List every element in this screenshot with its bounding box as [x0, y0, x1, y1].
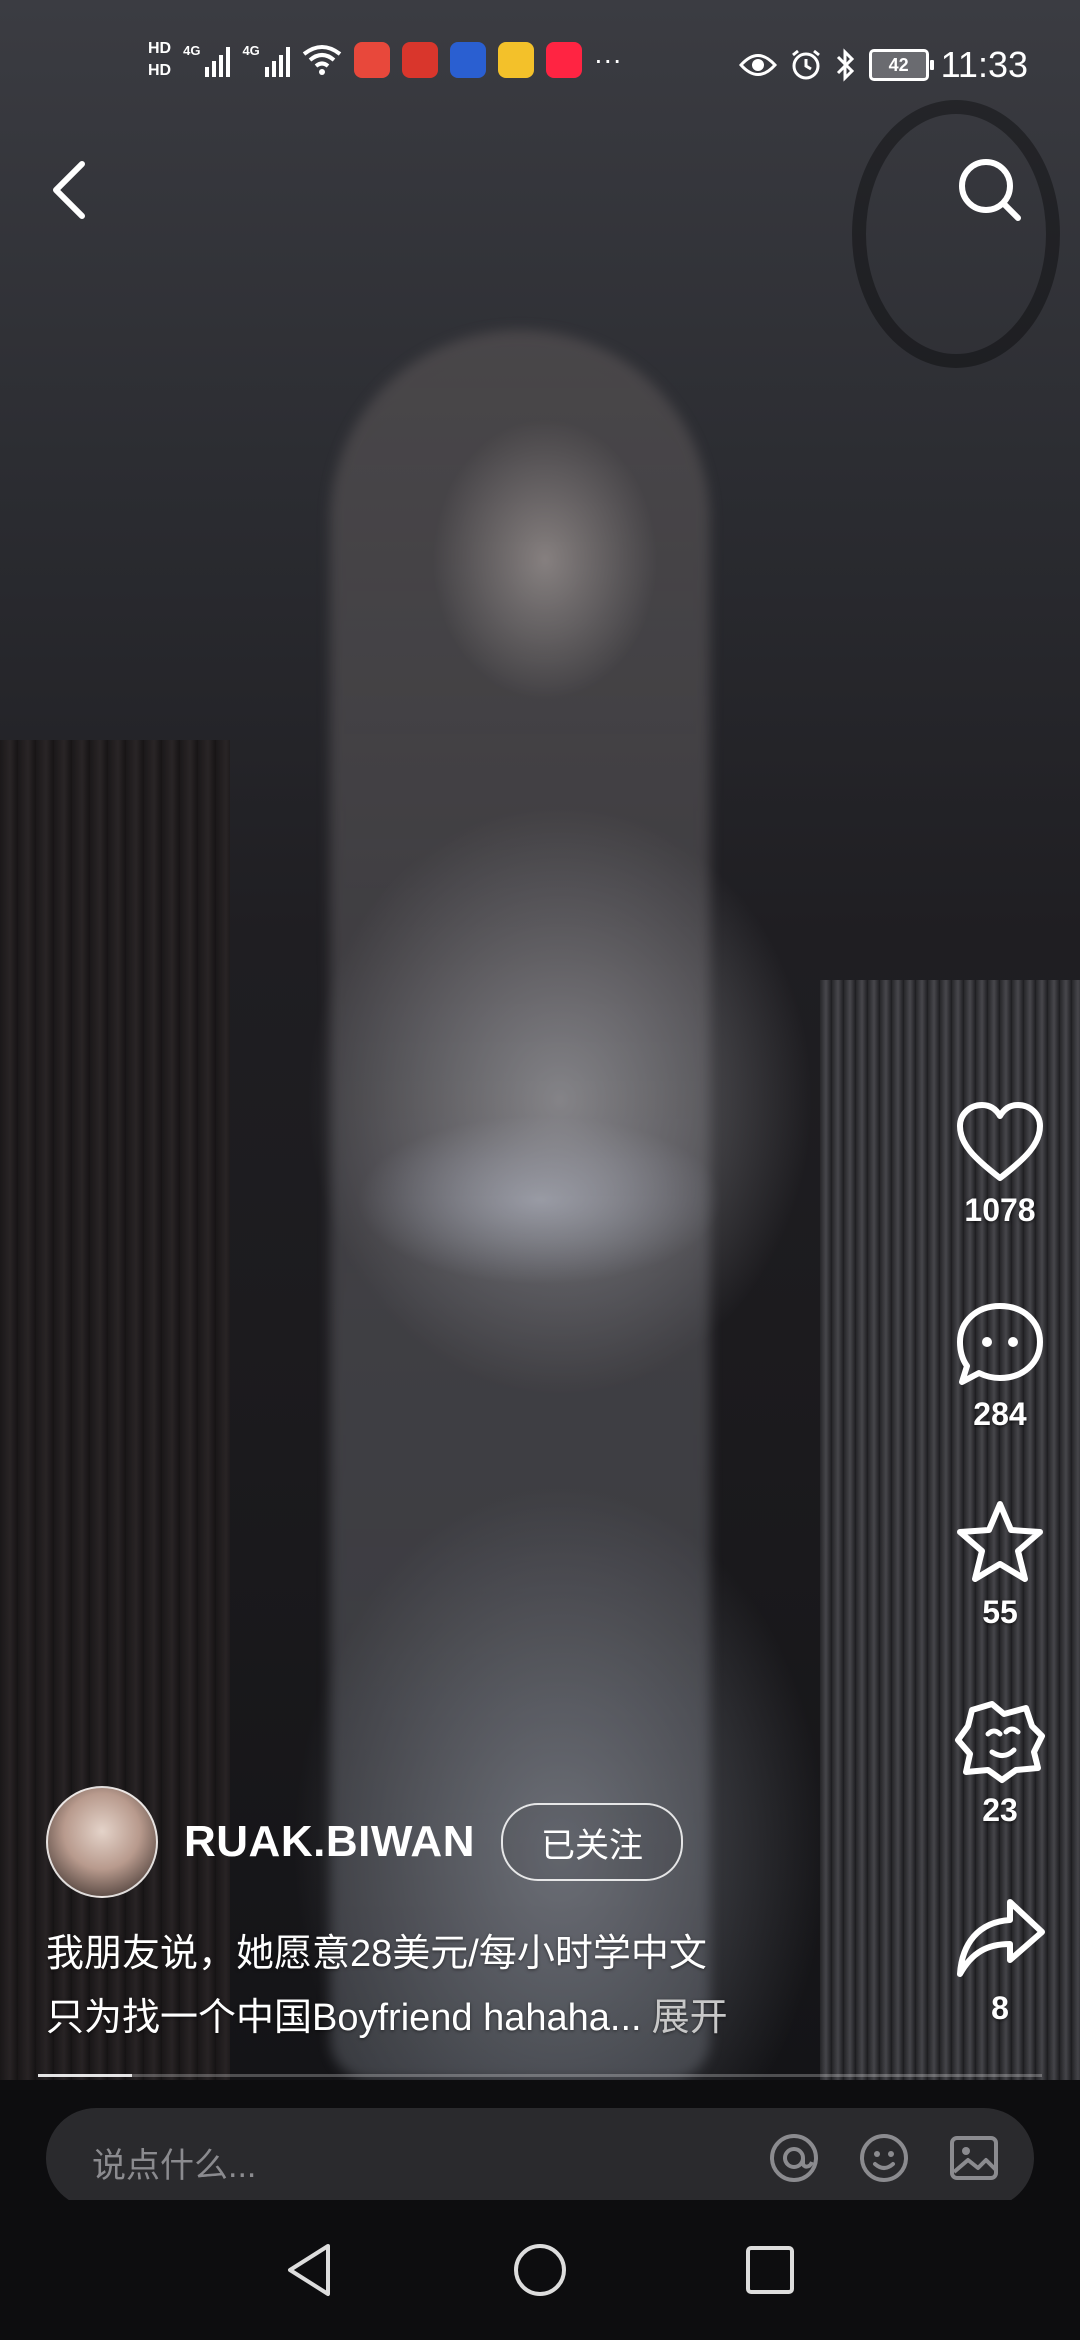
nav-recents-icon[interactable] [740, 2240, 800, 2300]
eye-icon [738, 54, 777, 76]
video-background-lamp [852, 100, 1060, 368]
author-name[interactable]: RUAK.BIWAN [184, 1817, 475, 1867]
back-arrow-icon [53, 161, 85, 219]
comment-placeholder: 说点什么... [92, 2147, 257, 2185]
like-button[interactable]: 1078 [920, 1100, 1080, 1229]
follow-button-label: 已关注 [540, 1826, 643, 1865]
sticker-button[interactable]: 23 [920, 1696, 1080, 1829]
tieba-app-icon [449, 42, 486, 78]
network-type-label: 4G [242, 43, 260, 58]
share-button[interactable]: 8 [920, 1894, 1080, 2027]
video-screen: HD HD 4G 4G ··· 42 11:33 1078 284 55 23 … [0, 0, 1080, 2340]
search-button[interactable] [950, 150, 1030, 230]
video-caption[interactable]: 我朋友说，她愿意28美元/每小时学中文 只为找一个中国Boyfriend hah… [46, 1922, 866, 2050]
caption-line-2: 只为找一个中国Boyfriend hahaha... 展开 [46, 1986, 866, 2050]
back-button[interactable] [42, 150, 102, 230]
sticker-icon [955, 1701, 1045, 1783]
network-type-label: 4G [183, 43, 201, 58]
alarm-icon [791, 49, 820, 80]
status-bar: HD HD 4G 4G ··· 42 11:33 [0, 0, 1080, 130]
comment-count: 284 [973, 1396, 1027, 1432]
share-count: 8 [991, 1990, 1009, 2026]
favorite-count: 55 [982, 1594, 1018, 1630]
hd2-label: HD [148, 62, 172, 79]
like-count: 1078 [964, 1192, 1036, 1228]
at-icon[interactable] [766, 2130, 822, 2186]
battery-icon: 42 [868, 49, 934, 81]
nav-home-icon[interactable] [510, 2240, 570, 2300]
hd-indicator: HD HD [148, 40, 171, 80]
nav-back-icon[interactable] [280, 2240, 340, 2300]
battery-level: 42 [888, 54, 909, 75]
expand-caption-link[interactable]: 展开 [652, 1997, 728, 2039]
game-app-icon [401, 42, 438, 78]
hd1-label: HD [148, 40, 172, 57]
video-progress-fill [38, 2074, 132, 2077]
delivery-app-icon [497, 42, 534, 78]
huawei-app-icon [353, 42, 390, 78]
wifi-icon [302, 45, 342, 75]
favorite-button[interactable]: 55 [920, 1498, 1080, 1631]
sticker-count: 23 [982, 1792, 1018, 1828]
signal-icon: 4G [242, 43, 290, 77]
status-left: HD HD 4G 4G ··· [148, 40, 622, 80]
heart-icon [957, 1102, 1043, 1181]
clock: 11:33 [940, 44, 1028, 85]
comment-input[interactable]: 说点什么... [46, 2108, 1034, 2208]
author-row: RUAK.BIWAN 已关注 [46, 1786, 683, 1898]
follow-button[interactable]: 已关注 [500, 1803, 683, 1881]
comment-button[interactable]: 284 [920, 1300, 1080, 1433]
share-arrow-icon [957, 1899, 1045, 1977]
system-nav-bar [0, 2200, 1080, 2340]
video-progress-bar[interactable] [38, 2074, 1042, 2077]
comment-bubble-icon [957, 1303, 1043, 1385]
caption-line-2-text: 只为找一个中国Boyfriend hahaha... [46, 1997, 642, 2039]
xiaohongshu-app-icon [545, 42, 582, 78]
more-notifications-icon: ··· [593, 44, 622, 75]
search-icon [959, 159, 1021, 221]
video-player[interactable] [0, 0, 1080, 2080]
bluetooth-icon [836, 48, 854, 82]
star-icon [957, 1501, 1043, 1582]
signal-icon: 4G [183, 43, 231, 77]
image-icon[interactable] [946, 2130, 1002, 2186]
emoji-icon[interactable] [856, 2130, 912, 2186]
status-right: 42 11:33 [738, 44, 1028, 86]
caption-line-1: 我朋友说，她愿意28美元/每小时学中文 [46, 1933, 707, 1975]
avatar[interactable] [46, 1786, 158, 1898]
